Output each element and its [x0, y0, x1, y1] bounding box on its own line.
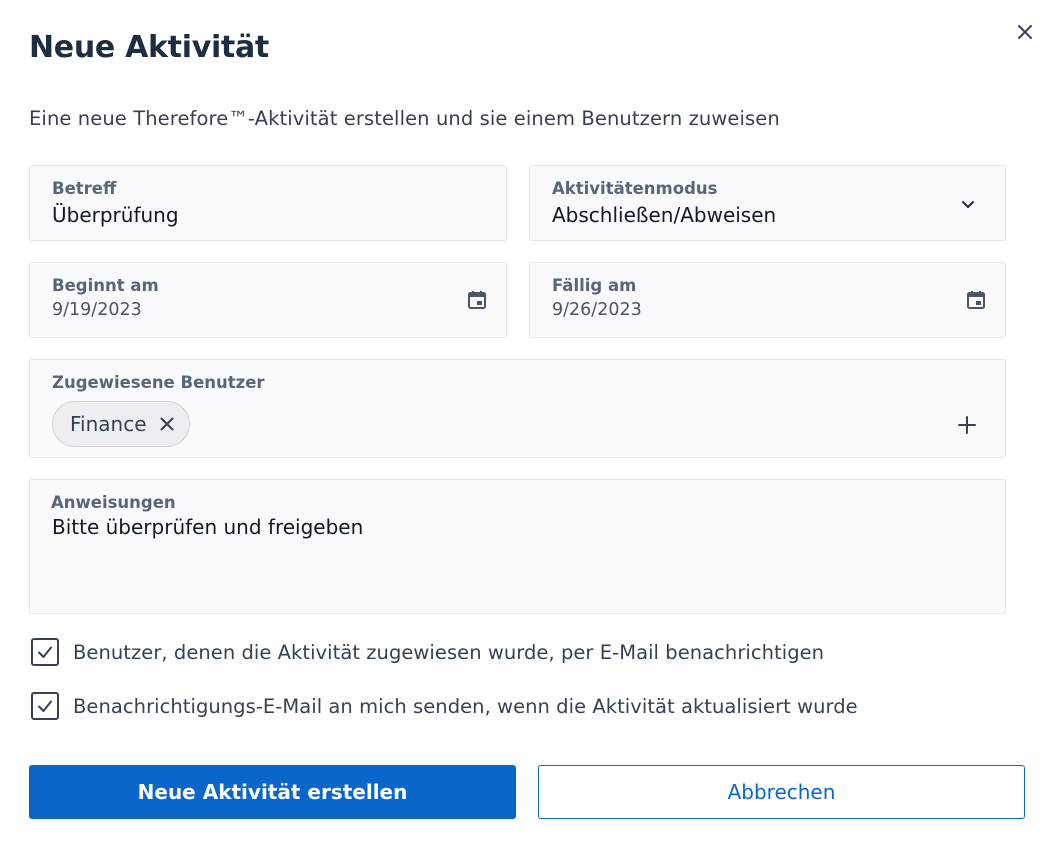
instructions-value[interactable]: Bitte überprüfen und freigeben: [52, 515, 363, 539]
subject-label: Betreff: [52, 179, 117, 198]
checkmark-icon: [38, 700, 52, 712]
dialog-subtitle: Eine neue Therefore™-Aktivität erstellen…: [29, 107, 780, 130]
notify-users-option[interactable]: Benutzer, denen die Aktivität zugewiesen…: [31, 638, 824, 666]
new-activity-dialog: Neue Aktivität Eine neue Therefore™-Akti…: [0, 0, 1056, 841]
notify-me-checkbox[interactable]: [31, 692, 59, 720]
activity-mode-label: Aktivitätenmodus: [552, 179, 718, 198]
user-chip-label: Finance: [70, 412, 147, 436]
notify-me-label: Benachrichtigungs-E-Mail an mich senden,…: [73, 694, 858, 718]
create-activity-button[interactable]: Neue Aktivität erstellen: [29, 765, 516, 819]
activity-mode-select[interactable]: Aktivitätenmodus Abschließen/Abweisen: [529, 165, 1006, 241]
instructions-label: Anweisungen: [51, 493, 176, 512]
subject-field[interactable]: Betreff Überprüfung: [29, 165, 507, 241]
due-date-label: Fällig am: [552, 276, 637, 295]
notify-me-option[interactable]: Benachrichtigungs-E-Mail an mich senden,…: [31, 692, 858, 720]
user-chip: Finance: [52, 401, 190, 447]
close-icon: [1018, 25, 1032, 39]
calendar-icon[interactable]: [965, 289, 987, 311]
due-date-field[interactable]: Fällig am 9/26/2023: [529, 262, 1006, 338]
start-date-value[interactable]: 9/19/2023: [52, 300, 142, 320]
remove-user-button[interactable]: [158, 415, 176, 433]
calendar-icon[interactable]: [466, 289, 488, 311]
subject-value[interactable]: Überprüfung: [52, 203, 179, 227]
assigned-users-field: Zugewiesene Benutzer Finance: [29, 359, 1006, 458]
notify-users-label: Benutzer, denen die Aktivität zugewiesen…: [73, 640, 825, 664]
checkmark-icon: [38, 646, 52, 658]
dialog-title: Neue Aktivität: [29, 30, 269, 65]
notify-users-checkbox[interactable]: [31, 638, 59, 666]
activity-mode-value: Abschließen/Abweisen: [552, 203, 777, 227]
chevron-down-icon[interactable]: [959, 195, 977, 213]
instructions-field[interactable]: Anweisungen Bitte überprüfen und freigeb…: [29, 479, 1006, 614]
close-icon: [160, 417, 174, 431]
start-date-label: Beginnt am: [52, 276, 159, 295]
plus-icon[interactable]: [956, 414, 978, 436]
start-date-field[interactable]: Beginnt am 9/19/2023: [29, 262, 507, 338]
assigned-users-label: Zugewiesene Benutzer: [52, 373, 265, 392]
cancel-button[interactable]: Abbrechen: [538, 765, 1025, 819]
due-date-value[interactable]: 9/26/2023: [552, 300, 642, 320]
close-button[interactable]: [1013, 20, 1037, 44]
